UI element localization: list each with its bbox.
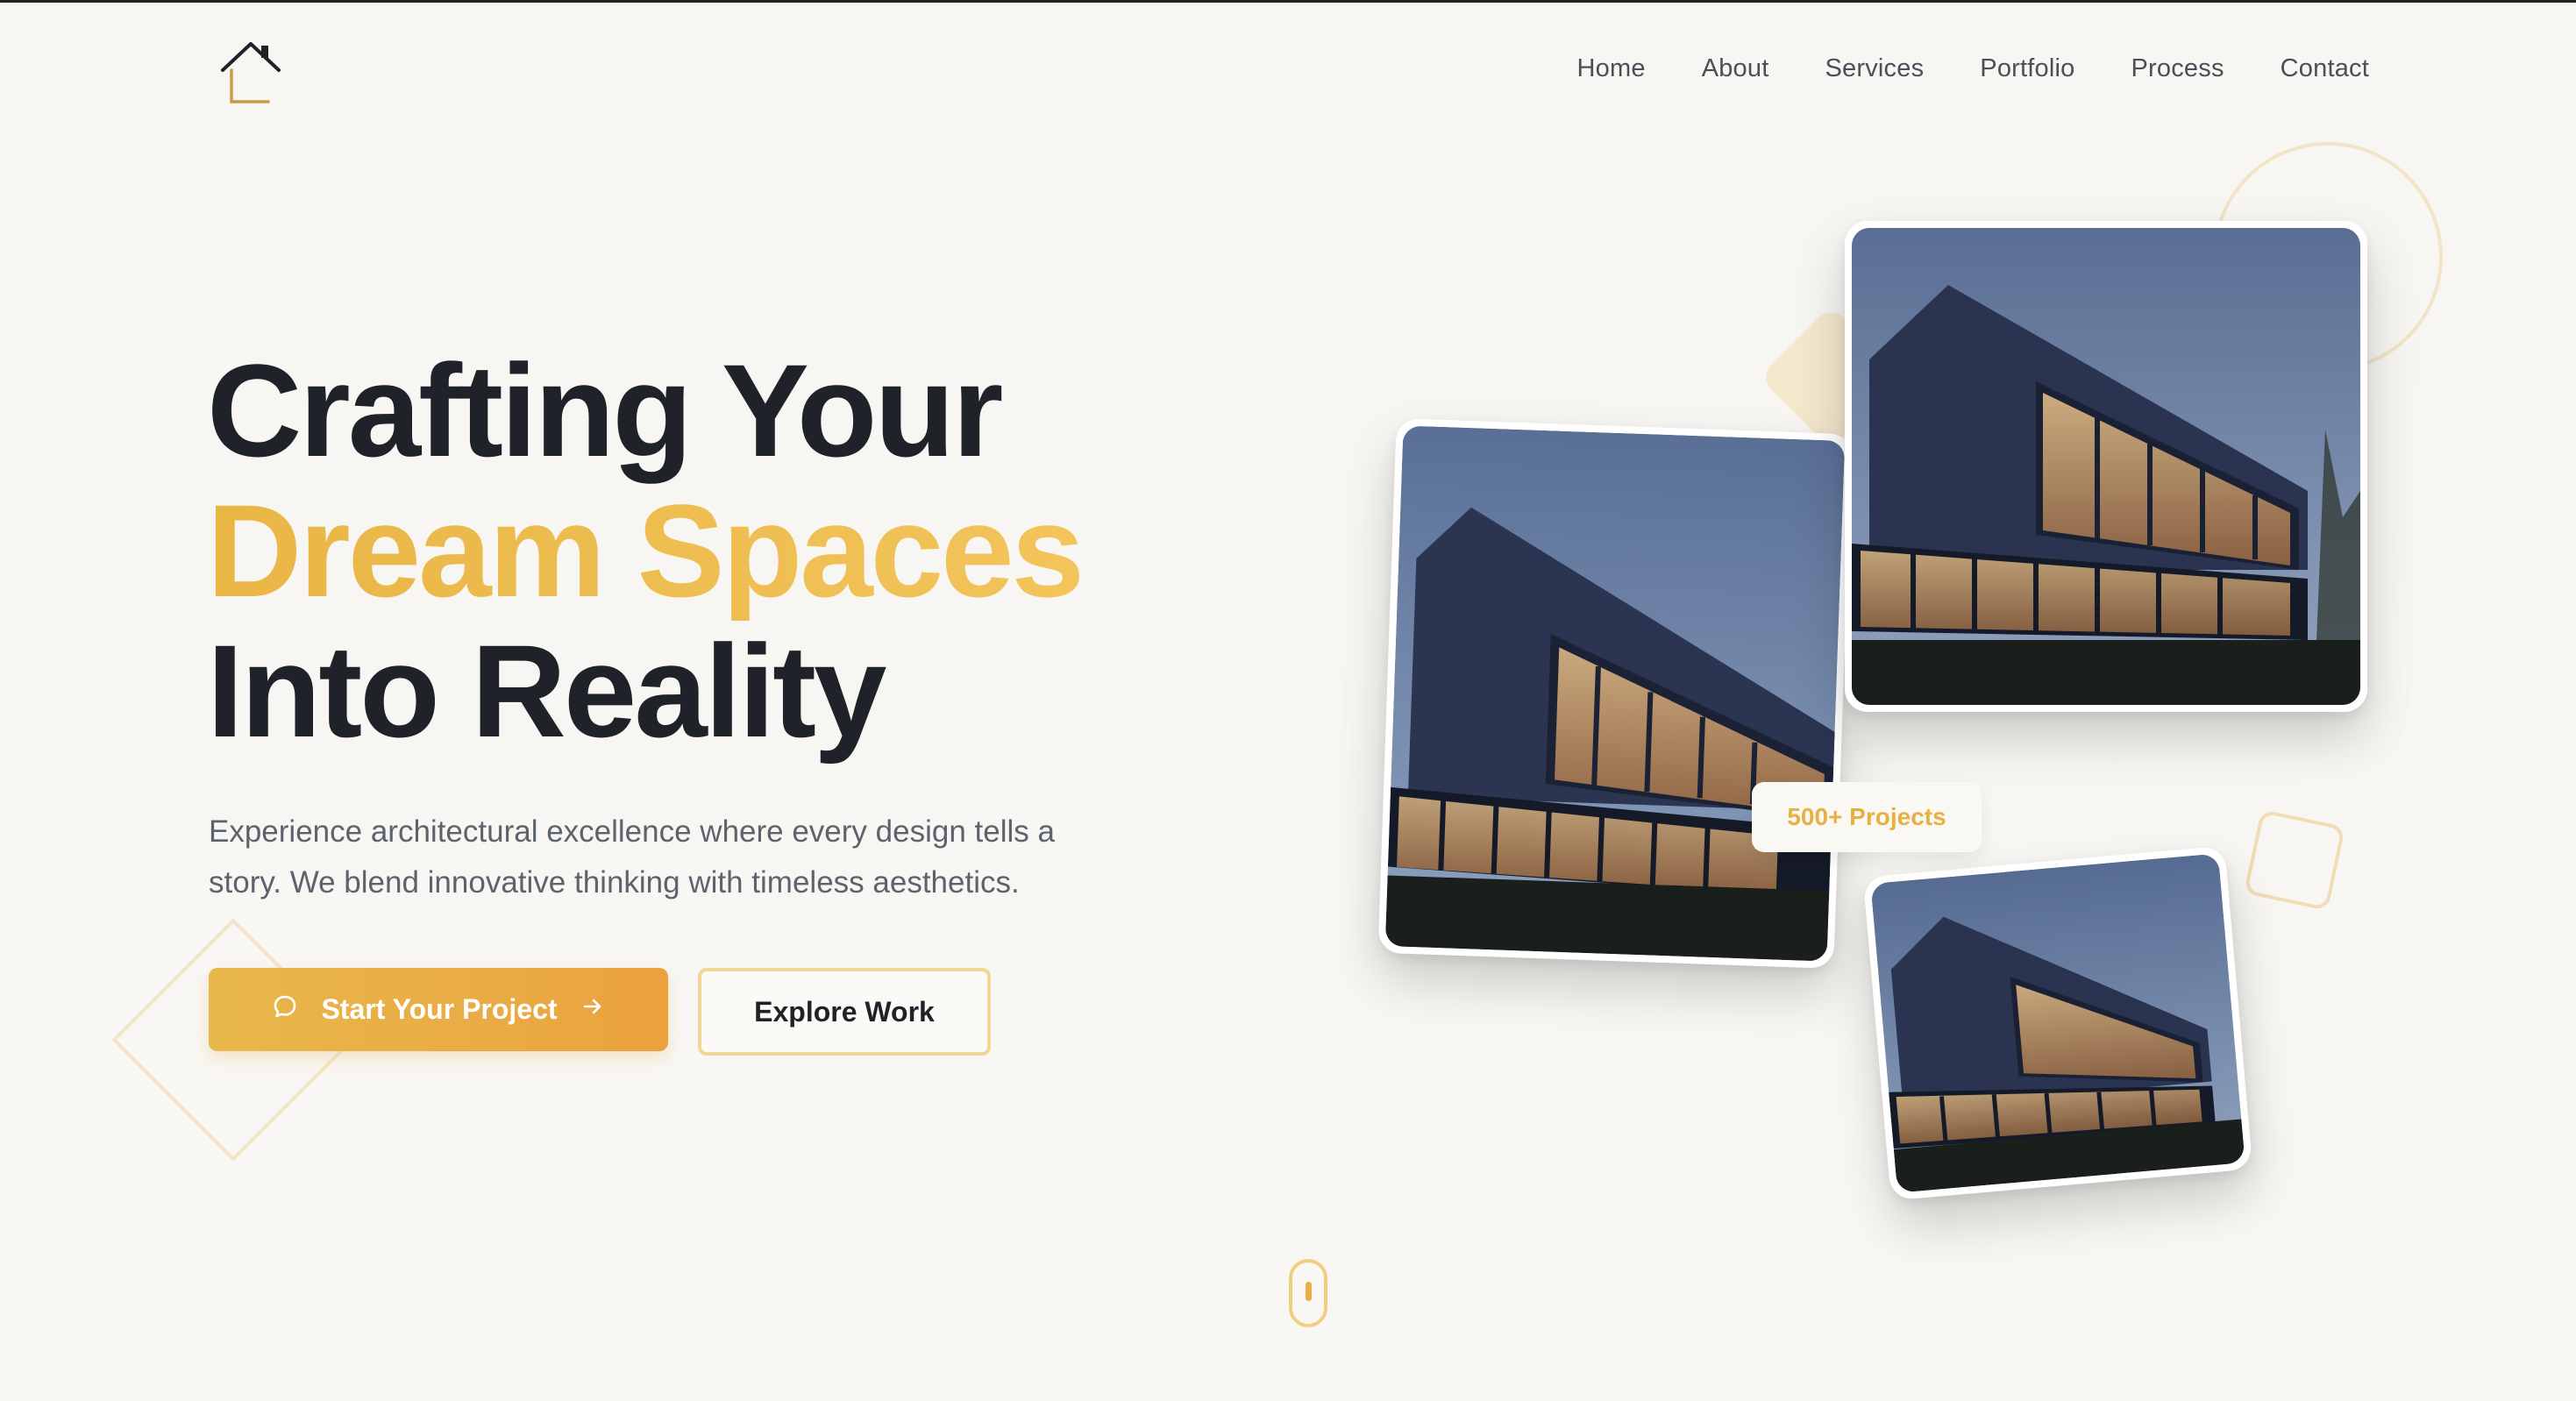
- nav-home[interactable]: Home: [1577, 54, 1646, 83]
- modern-house-image: [1870, 853, 2245, 1193]
- house-logo-icon[interactable]: [217, 39, 282, 105]
- main-nav: Home About Services Portfolio Process Co…: [1577, 54, 2369, 83]
- nav-about[interactable]: About: [1702, 54, 1769, 83]
- nav-portfolio[interactable]: Portfolio: [1980, 54, 2074, 83]
- headline-line-1: Crafting Your: [207, 337, 1003, 484]
- projects-count-badge: 500+ Projects: [1752, 782, 1982, 852]
- landing-page: Home About Services Portfolio Process Co…: [0, 0, 2576, 1401]
- explore-work-button[interactable]: Explore Work: [698, 968, 991, 1056]
- nav-services[interactable]: Services: [1825, 54, 1924, 83]
- arrow-right-icon: [580, 993, 605, 1026]
- headline-line-3: Into Reality: [207, 617, 886, 765]
- start-project-button[interactable]: Start Your Project: [209, 968, 668, 1051]
- nav-contact[interactable]: Contact: [2281, 54, 2369, 83]
- nav-process[interactable]: Process: [2131, 54, 2224, 83]
- decorative-square: [2243, 808, 2346, 912]
- modern-house-image: [1384, 425, 1846, 962]
- project-photo-large[interactable]: [1377, 418, 1853, 969]
- start-project-label: Start Your Project: [321, 993, 558, 1025]
- chat-bubble-icon: [272, 993, 298, 1027]
- modern-house-image: [1852, 228, 2360, 705]
- headline-line-2-accent: Dream Spaces: [207, 477, 1085, 624]
- project-photo-top[interactable]: [1845, 221, 2367, 712]
- hero-headline: Crafting Your Dream Spaces Into Reality: [207, 337, 1085, 765]
- project-photo-small[interactable]: [1862, 845, 2253, 1201]
- mouse-scroll-icon[interactable]: [1289, 1259, 1327, 1327]
- top-border: [0, 0, 2576, 3]
- scroll-wheel-dot: [1306, 1282, 1312, 1301]
- hero-subtext: Experience architectural excellence wher…: [209, 814, 1055, 900]
